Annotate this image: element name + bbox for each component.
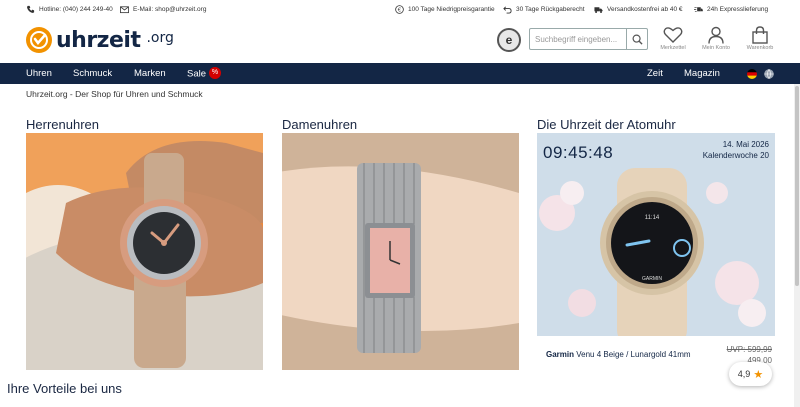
shipping-item[interactable]: Versandkostenfrei ab 40 €: [594, 5, 683, 14]
search-input[interactable]: [530, 29, 626, 49]
product-uvp: UVP: 599,99: [726, 345, 772, 354]
product-model: Venu 4 Beige / Lunargold 41mm: [576, 350, 691, 359]
german-flag-icon[interactable]: [747, 69, 757, 79]
site-logo[interactable]: uhrzeit .org: [26, 27, 174, 53]
product-brand: Garmin: [546, 350, 575, 359]
trusted-shops-letter: e: [505, 33, 513, 47]
benefits-heading: Ihre Vorteile bei uns: [7, 381, 122, 396]
shipping-text: Versandkostenfrei ab 40 €: [607, 6, 683, 13]
nav-item-sale-label: Sale: [187, 68, 207, 80]
search-button[interactable]: [626, 29, 647, 49]
top-info-bar: Hotline: (040) 244 249-40 E-Mail: shop@u…: [0, 0, 800, 20]
watch-face-time: 11:14: [645, 215, 660, 221]
truck-icon: [594, 7, 603, 14]
garmin-watch-image: 11:14 GARMIN: [537, 133, 775, 370]
express-text: 24h Expresslieferung: [707, 6, 769, 13]
express-item[interactable]: 24h Expresslieferung: [694, 5, 768, 14]
scrollbar-thumb[interactable]: [795, 86, 799, 286]
phone-icon: [27, 5, 35, 13]
atomic-clock-panel[interactable]: 11:14 GARMIN 09:45:48 14. Mai 2026 Kalen…: [537, 133, 775, 370]
return-arrow-icon: [503, 6, 512, 14]
rating-widget[interactable]: 4,9 ★: [729, 362, 772, 386]
nav-item-sale[interactable]: Sale%: [187, 67, 222, 80]
nav-item-uhren[interactable]: Uhren: [26, 68, 52, 79]
euro-icon: €: [395, 5, 404, 14]
sale-badge: %: [209, 67, 222, 79]
atomic-clock-date: 14. Mai 2026 Kalenderwoche 20: [703, 139, 769, 161]
main-navigation: Uhren Schmuck Marken Sale% Zeit Magazin: [0, 63, 800, 84]
returns-item[interactable]: 30 Tage Rückgaberecht: [503, 5, 585, 14]
section-title-atomic-clock[interactable]: Die Uhrzeit der Atomuhr: [537, 117, 676, 132]
calendar-week-text: Kalenderwoche 20: [702, 151, 769, 160]
product-name: Garmin Venu 4 Beige / Lunargold 41mm: [546, 350, 691, 359]
mail-icon: [120, 6, 129, 14]
fast-delivery-icon: [694, 7, 703, 12]
heart-icon: [663, 27, 683, 43]
watch-face-brand: GARMIN: [642, 276, 662, 282]
women-watch-image[interactable]: [282, 133, 519, 370]
logo-clock-icon: [26, 27, 52, 53]
guarantee-text: 100 Tage Niedrigpreisgarantie: [408, 6, 495, 13]
user-icon: [708, 26, 724, 44]
guarantee-item[interactable]: € 100 Tage Niedrigpreisgarantie: [395, 5, 495, 14]
shopping-bag-icon: [752, 26, 768, 44]
trusted-shops-badge[interactable]: e: [497, 28, 521, 52]
account-label: Mein Konto: [702, 45, 730, 51]
nav-item-magazin[interactable]: Magazin: [684, 68, 720, 79]
cart-button[interactable]: Warenkorb: [742, 26, 778, 51]
email-item[interactable]: E-Mail: shop@uhrzeit.org: [120, 5, 206, 14]
globe-icon[interactable]: [764, 69, 774, 79]
cart-label: Warenkorb: [746, 45, 774, 51]
svg-text:€: €: [398, 7, 402, 13]
hotline-text: Hotline: (040) 244 249-40: [39, 6, 113, 13]
rating-value: 4,9: [737, 369, 751, 379]
atomic-clock-time: 09:45:48: [543, 143, 614, 162]
men-watch-image[interactable]: [26, 133, 263, 370]
account-button[interactable]: Mein Konto: [698, 26, 734, 51]
search-box: [529, 28, 648, 50]
section-title-women[interactable]: Damenuhren: [282, 117, 357, 132]
star-icon: ★: [753, 368, 764, 381]
search-icon: [632, 34, 643, 45]
breadcrumb[interactable]: Uhrzeit.org - Der Shop für Uhren und Sch…: [26, 89, 203, 99]
nav-item-marken[interactable]: Marken: [134, 68, 166, 79]
site-header: uhrzeit .org e Merkzettel Mein Konto War…: [0, 20, 800, 63]
section-title-men[interactable]: Herrenuhren: [26, 117, 99, 132]
email-text: E-Mail: shop@uhrzeit.org: [133, 6, 207, 13]
nav-item-schmuck[interactable]: Schmuck: [73, 68, 112, 79]
logo-main-text: uhrzeit: [56, 27, 141, 53]
logo-suffix-text: .org: [146, 30, 174, 46]
returns-text: 30 Tage Rückgaberecht: [516, 6, 585, 13]
date-text: 14. Mai 2026: [722, 140, 769, 149]
wishlist-label: Merkzettel: [660, 45, 686, 51]
nav-item-zeit[interactable]: Zeit: [647, 68, 663, 79]
wishlist-button[interactable]: Merkzettel: [655, 26, 691, 51]
hotline-item[interactable]: Hotline: (040) 244 249-40: [26, 5, 113, 14]
